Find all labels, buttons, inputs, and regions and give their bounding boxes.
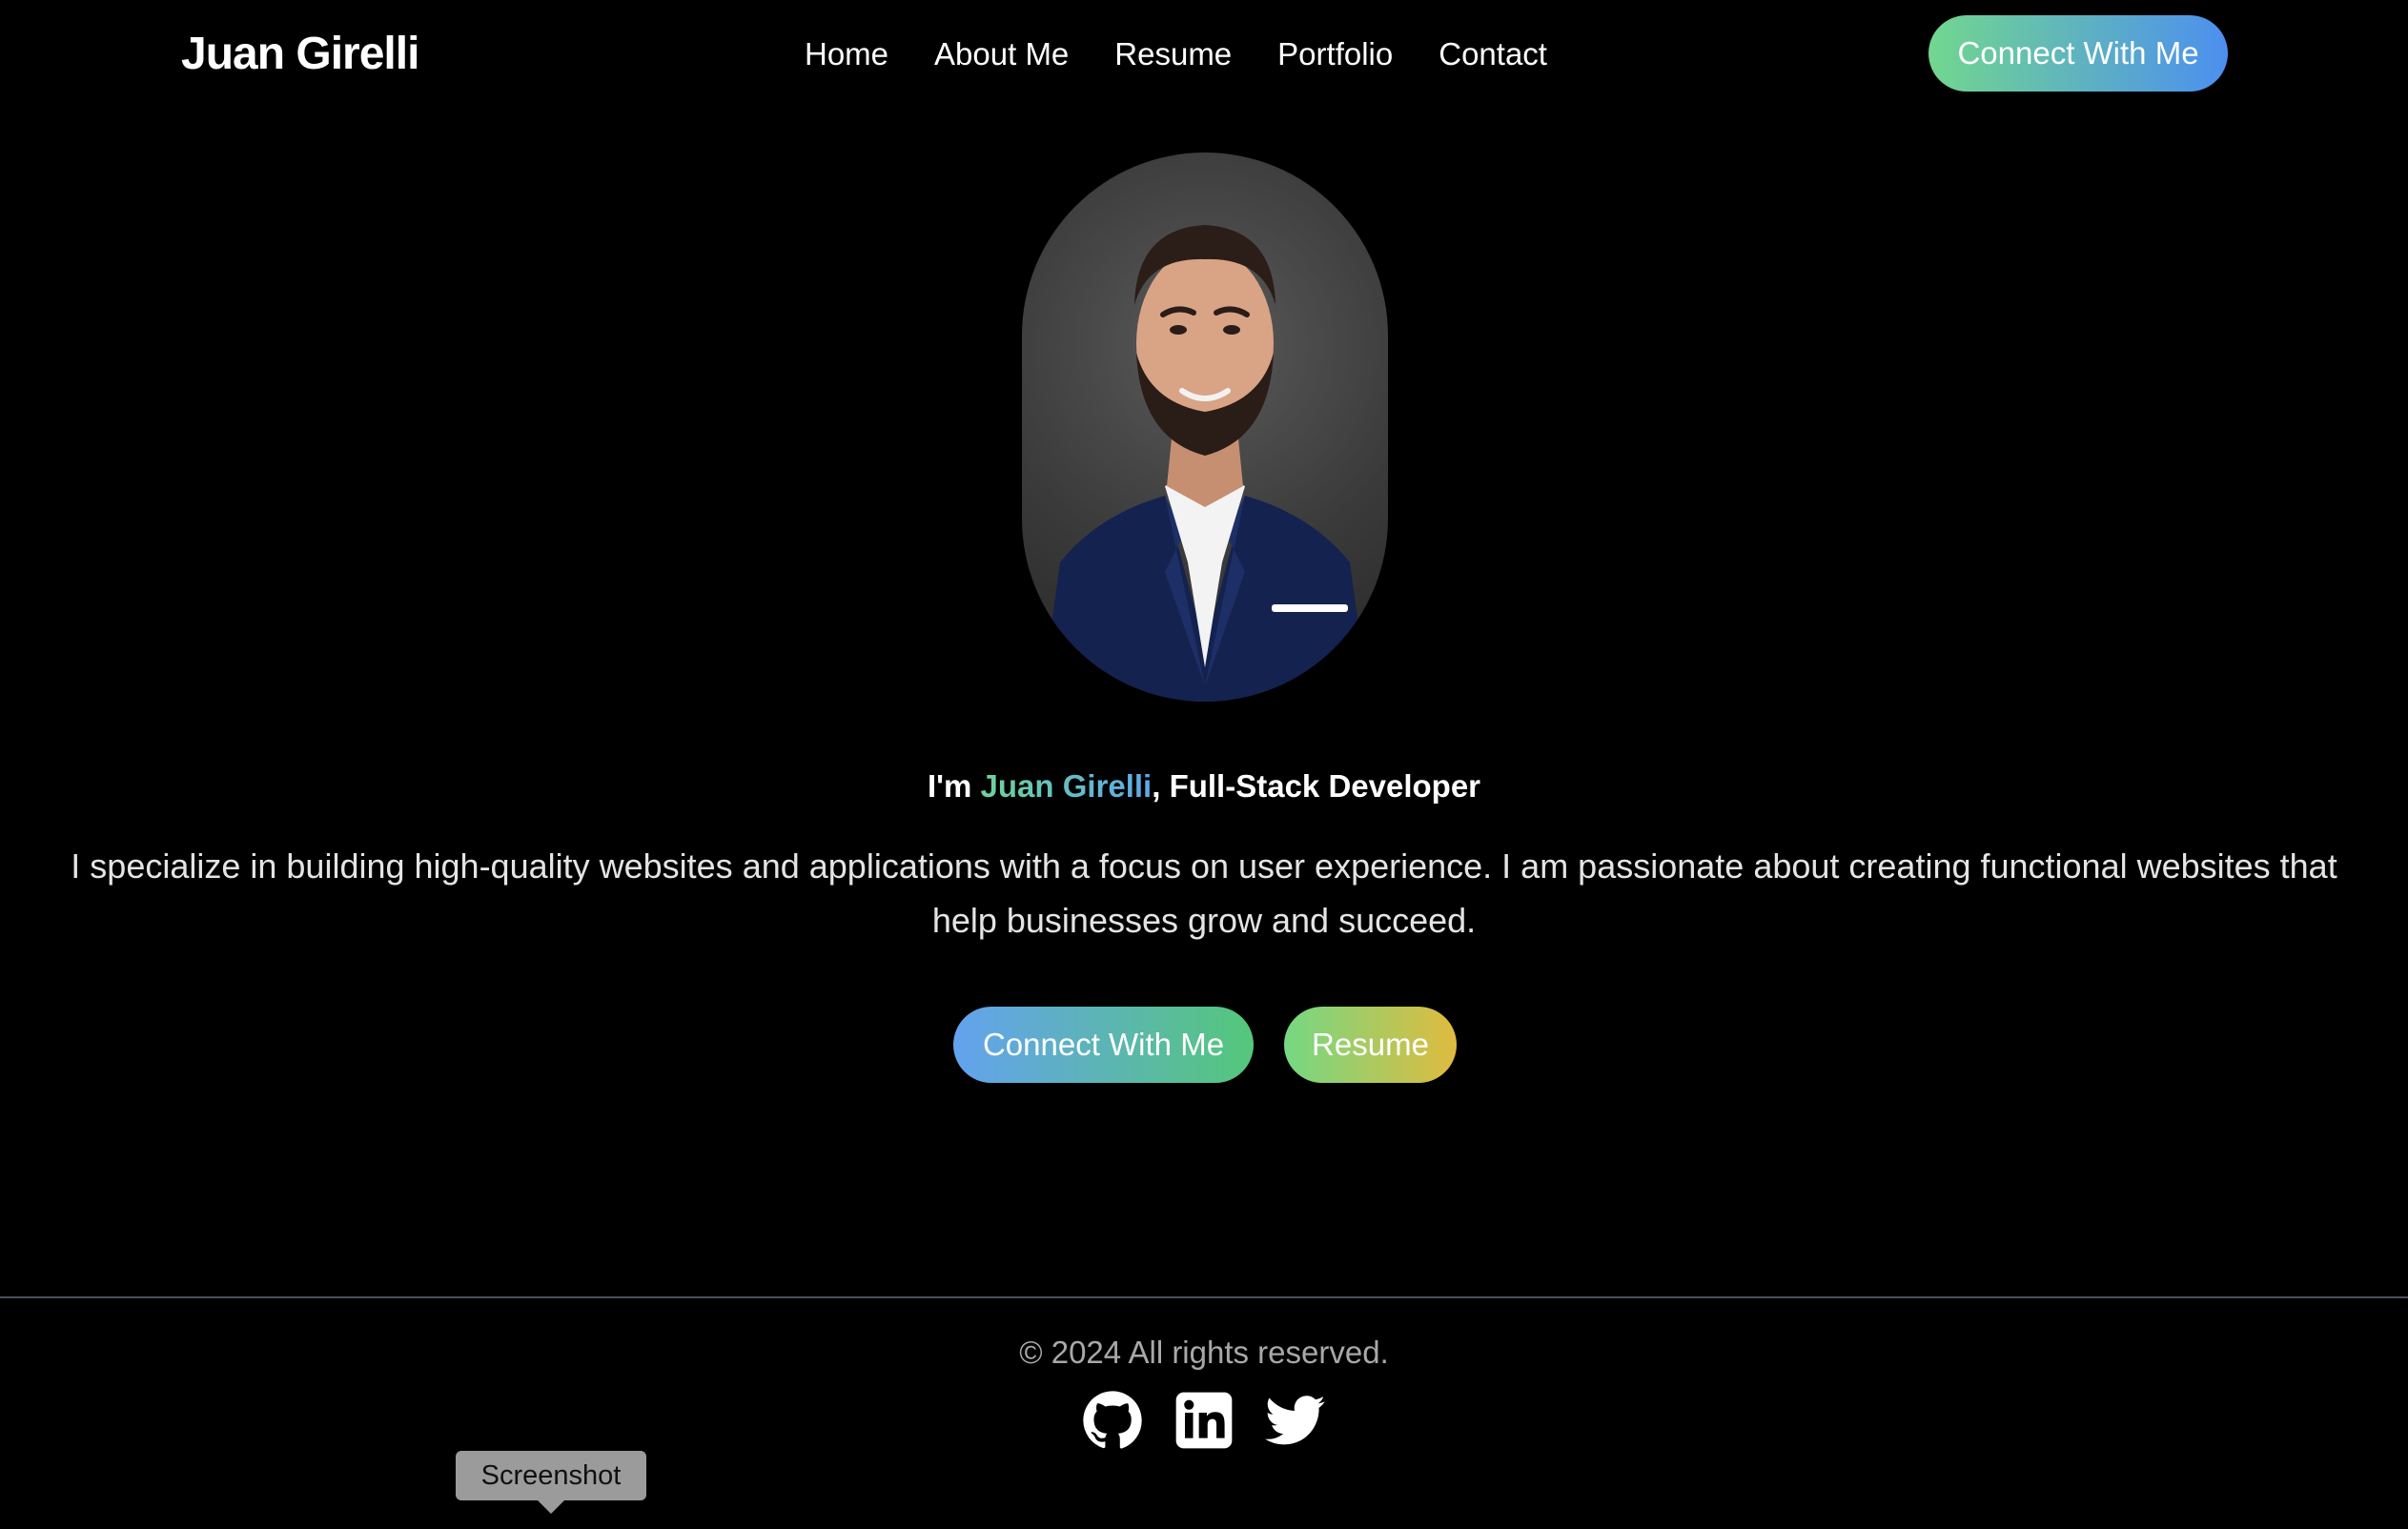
hero-resume-button[interactable]: Resume	[1284, 1007, 1457, 1083]
profile-photo-illustration	[1041, 225, 1369, 702]
tooltip-arrow	[538, 1500, 564, 1514]
twitter-icon-graphic	[1265, 1396, 1325, 1445]
social-links	[1082, 1390, 1326, 1451]
page: Juan Girelli Home About Me Resume Portfo…	[0, 0, 2408, 1529]
github-icon[interactable]	[1082, 1390, 1143, 1451]
headline-prefix: I'm	[927, 768, 981, 804]
linkedin-icon[interactable]	[1173, 1390, 1235, 1451]
footer-copyright: © 2024 All rights reserved.	[1019, 1335, 1389, 1370]
nav-menu: Home About Me Resume Portfolio Contact	[805, 32, 1547, 76]
github-icon-graphic	[1083, 1391, 1142, 1449]
navbar: Juan Girelli Home About Me Resume Portfo…	[0, 0, 2408, 109]
hero-headline: I'm Juan Girelli, Full-Stack Developer	[0, 763, 2408, 810]
nav-item-home[interactable]: Home	[805, 32, 888, 76]
headline-role: , Full-Stack Developer	[1152, 768, 1481, 804]
header-connect-button[interactable]: Connect With Me	[1928, 15, 2228, 92]
screenshot-tooltip: Screenshot	[456, 1451, 646, 1500]
nav-item-contact[interactable]: Contact	[1439, 32, 1547, 76]
profile-photo	[1022, 153, 1388, 702]
nav-item-resume[interactable]: Resume	[1114, 32, 1232, 76]
brand-logo[interactable]: Juan Girelli	[181, 23, 419, 86]
hero-connect-button[interactable]: Connect With Me	[953, 1007, 1254, 1083]
nav-item-portfolio[interactable]: Portfolio	[1277, 32, 1393, 76]
linkedin-icon-graphic	[1175, 1392, 1233, 1449]
hero-bio: I specialize in building high-quality we…	[71, 846, 2337, 940]
footer-divider	[0, 1296, 2408, 1298]
headline-name: Juan Girelli	[980, 768, 1153, 804]
nav-item-about-me[interactable]: About Me	[934, 32, 1069, 76]
twitter-icon[interactable]	[1265, 1390, 1326, 1451]
